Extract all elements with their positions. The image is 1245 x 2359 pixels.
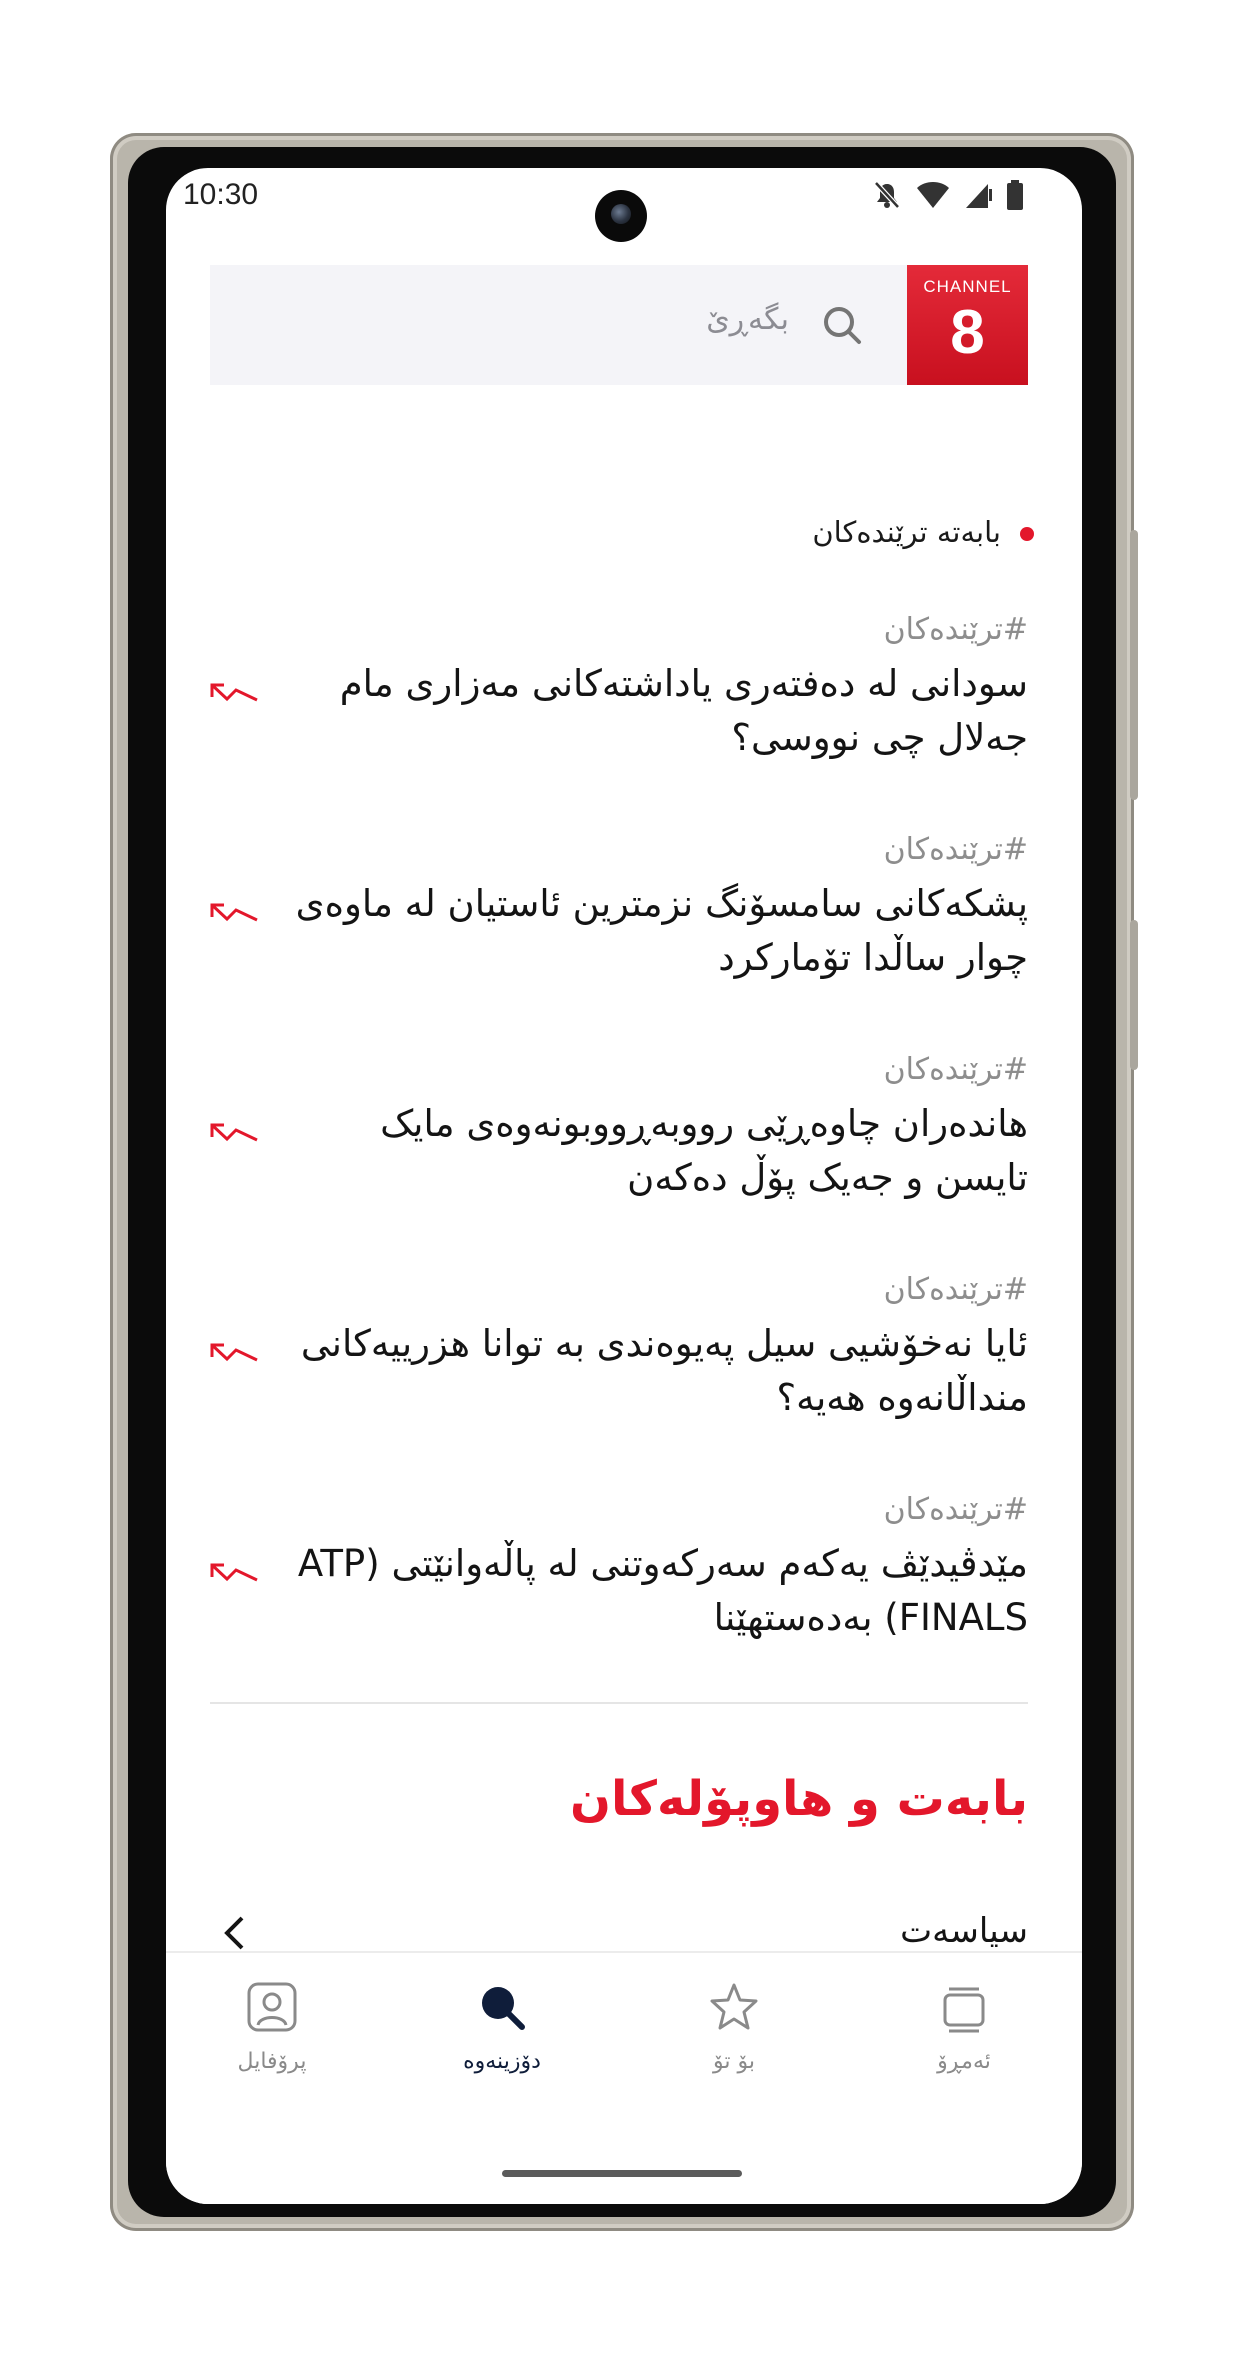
chevron-left-icon [224, 1916, 244, 1950]
nav-label: پرۆفایل [237, 2049, 307, 2074]
trending-heading: بابەتە ترێندەکان [812, 515, 1001, 549]
trend-title[interactable]: ئایا نەخۆشیی سیل پەیوەندی بە توانا هزریی… [288, 1317, 1028, 1425]
logo-number: 8 [950, 298, 985, 367]
trend-title[interactable]: پشکەکانی سامسۆنگ نزمترین ئاستیان لە ماوە… [288, 877, 1028, 985]
front-camera [595, 190, 647, 242]
category-label: سیاسەت [900, 1911, 1028, 1951]
search-icon [824, 307, 861, 344]
profile-icon [247, 1982, 297, 2032]
nav-today[interactable]: ئەمڕۆ [884, 1981, 1044, 2101]
logo-word: CHANNEL [923, 277, 1012, 296]
nav-label: بۆ تۆ [713, 2049, 755, 2074]
trend-item[interactable]: #ترێندەکان پشکەکانی سامسۆنگ نزمترین ئاست… [210, 832, 1028, 1012]
wifi-icon [917, 182, 949, 208]
trend-item[interactable]: #ترێندەکان مێدڤیدێڤ یەکەم سەرکەوتنی لە پ… [210, 1492, 1028, 1672]
trending-arrow-icon [210, 1123, 258, 1142]
search-bar[interactable]: بگەڕێ [210, 265, 907, 385]
trend-tag[interactable]: #ترێندەکان [884, 1492, 1028, 1527]
trending-arrow-icon [210, 683, 258, 702]
status-time: 10:30 [183, 178, 259, 211]
stack-icon [943, 1987, 985, 2033]
nav-for-you[interactable]: بۆ تۆ [654, 1981, 814, 2101]
trend-item[interactable]: #ترێندەکان سودانی لە دەفتەری یاداشتەکانی… [210, 612, 1028, 792]
trending-arrow-icon [210, 1343, 258, 1362]
phone-side-button [1130, 530, 1138, 800]
trend-title[interactable]: هاندەران چاوەڕێی رووبەڕووبونەوەی مایک تا… [288, 1097, 1028, 1205]
trend-tag[interactable]: #ترێندەکان [884, 1272, 1028, 1307]
search-placeholder: بگەڕێ [706, 302, 789, 337]
nav-label: دۆزینەوە [463, 2049, 541, 2074]
trend-item[interactable]: #ترێندەکان ئایا نەخۆشیی سیل پەیوەندی بە … [210, 1272, 1028, 1452]
channel8-logo[interactable]: CHANNEL 8 [907, 265, 1028, 385]
category-row-politics[interactable]: سیاسەت [210, 1911, 1028, 1955]
screen: 10:30 بگەڕێ CHANNEL 8 بابەتە ترێندەکان #… [166, 168, 1082, 2204]
status-icons [872, 180, 1024, 210]
trending-arrow-icon [210, 903, 258, 922]
trend-title[interactable]: سودانی لە دەفتەری یاداشتەکانی مەزاری مام… [288, 657, 1028, 765]
phone-side-button [1130, 920, 1138, 1070]
trend-tag[interactable]: #ترێندەکان [884, 612, 1028, 647]
divider [210, 1702, 1028, 1704]
nav-discover[interactable]: دۆزینەوە [422, 1981, 582, 2101]
search-icon [482, 1987, 525, 2030]
trend-tag[interactable]: #ترێندەکان [884, 1052, 1028, 1087]
topics-title: بابەت و هاوپۆلەکان [570, 1771, 1028, 1827]
signal-icon [966, 184, 992, 208]
trending-dot [1020, 527, 1034, 541]
mute-icon [874, 181, 900, 209]
trend-title[interactable]: مێدڤیدێڤ یەکەم سەرکەوتنی لە پاڵەوانێتی (… [288, 1537, 1028, 1645]
home-indicator[interactable] [502, 2170, 742, 2177]
nav-label: ئەمڕۆ [937, 2049, 991, 2074]
bottom-nav: پرۆفایل دۆزینەوە بۆ تۆ ئەمڕۆ [166, 1951, 1082, 2204]
battery-icon [1007, 180, 1023, 210]
star-icon [710, 1983, 758, 2030]
trend-tag[interactable]: #ترێندەکان [884, 832, 1028, 867]
trend-item[interactable]: #ترێندەکان هاندەران چاوەڕێی رووبەڕووبونە… [210, 1052, 1028, 1232]
trending-arrow-icon [210, 1563, 258, 1582]
nav-profile[interactable]: پرۆفایل [192, 1981, 352, 2101]
